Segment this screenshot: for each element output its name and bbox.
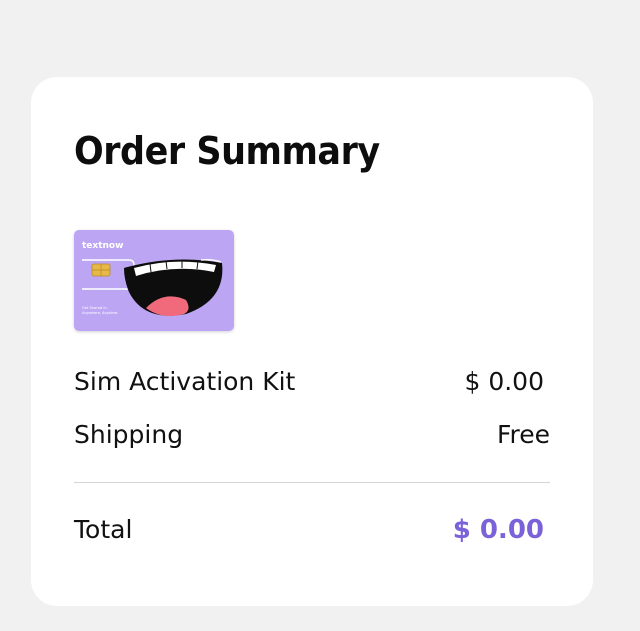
line-item-label: Sim Activation Kit xyxy=(74,367,296,396)
total-label: Total xyxy=(74,515,133,544)
summary-divider xyxy=(74,482,550,483)
order-summary-card: Order Summary textnow Get Shared in. Any… xyxy=(31,77,593,606)
order-summary-title: Order Summary xyxy=(74,129,380,173)
line-item-label: Shipping xyxy=(74,420,184,449)
svg-text:Get Shared in.: Get Shared in. xyxy=(82,306,108,310)
sim-card-image: textnow Get Shared in. Anywhere, Anytime… xyxy=(74,230,234,331)
svg-text:Anywhere, Anytime.: Anywhere, Anytime. xyxy=(82,311,118,315)
sim-card-brand: textnow xyxy=(82,241,123,251)
total-row: Total $ 0.00 xyxy=(74,515,550,549)
line-item-price: $ 0.00 xyxy=(464,367,544,396)
line-item-sim-kit: Sim Activation Kit $ 0.00 xyxy=(74,367,550,399)
line-item-shipping: Shipping Free xyxy=(74,420,550,452)
total-price: $ 0.00 xyxy=(452,515,544,545)
line-item-price: Free xyxy=(496,420,550,449)
